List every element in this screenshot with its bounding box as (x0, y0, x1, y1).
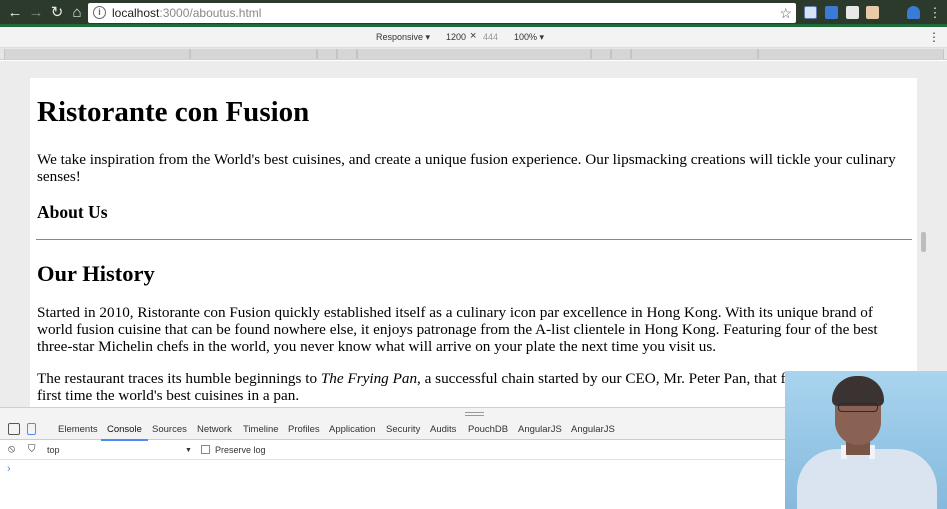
tab-profiles[interactable]: Profiles (288, 424, 320, 435)
presenter-webcam (785, 371, 947, 509)
device-toggle-icon[interactable] (27, 423, 36, 435)
extension-icon[interactable] (866, 6, 879, 19)
page-title: Ristorante con Fusion (37, 96, 310, 128)
device-options-icon[interactable]: ⋮ (928, 30, 940, 44)
preserve-log-label: Preserve log (215, 445, 266, 455)
site-info-icon[interactable]: i (93, 6, 106, 19)
url-host: localhost (112, 6, 160, 20)
tab-angularjs[interactable]: AngularJS (518, 424, 562, 435)
tab-sources[interactable]: Sources (152, 424, 187, 435)
inspect-element-icon[interactable] (8, 423, 20, 435)
media-query-bar[interactable] (0, 48, 947, 60)
menu-icon[interactable]: ⋮ (926, 4, 944, 22)
console-prompt[interactable]: › (7, 463, 11, 475)
extension-icon[interactable] (907, 6, 920, 19)
preserve-log-checkbox[interactable] (201, 445, 210, 454)
extension-icon[interactable] (825, 6, 838, 19)
home-icon[interactable]: ⌂ (68, 4, 86, 22)
browser-toolbar: ← → ↻ ⌂ i localhost:3000/aboutus.html ☆ … (0, 0, 947, 27)
extension-icon[interactable] (846, 6, 859, 19)
forward-icon[interactable]: → (27, 4, 45, 22)
history-heading: Our History (37, 261, 155, 286)
device-toolbar: Responsive ▾ 1200 × 444 100% ▾ ⋮ (0, 27, 947, 48)
filter-icon[interactable]: ⛉ (28, 444, 36, 455)
address-bar[interactable]: i localhost:3000/aboutus.html ☆ (88, 3, 796, 23)
history-paragraph-2: The restaurant traces its humble beginni… (37, 370, 875, 404)
divider (36, 239, 912, 240)
history-paragraph: Started in 2010, Ristorante con Fusion q… (37, 304, 878, 355)
tab-application[interactable]: Application (329, 424, 375, 435)
dimension-separator: × (470, 30, 477, 42)
tab-angularjs-2[interactable]: AngularJS (571, 424, 615, 435)
viewport-resize-handle[interactable] (921, 232, 926, 252)
clear-console-icon[interactable]: ⦸ (8, 443, 15, 456)
frying-pan-name: The Frying Pan (320, 370, 418, 387)
zoom-select[interactable]: 100% ▾ (514, 32, 544, 43)
lead-paragraph: We take inspiration from the World's bes… (37, 151, 896, 185)
extension-icon[interactable] (804, 6, 817, 19)
viewport-height[interactable]: 444 (483, 32, 498, 42)
tab-elements[interactable]: Elements (58, 424, 98, 435)
device-mode-select[interactable]: Responsive ▾ (376, 32, 430, 43)
reload-icon[interactable]: ↻ (48, 4, 66, 22)
tab-timeline[interactable]: Timeline (243, 424, 279, 435)
bookmark-star-icon[interactable]: ☆ (779, 3, 792, 23)
about-heading: About Us (37, 202, 108, 222)
context-dropdown-icon[interactable]: ▼ (185, 447, 192, 454)
tab-pouchdb[interactable]: PouchDB (468, 424, 508, 435)
url-path: :3000/aboutus.html (159, 6, 262, 20)
tab-audits[interactable]: Audits (430, 424, 456, 435)
rendered-page: Ristorante con Fusion We take inspiratio… (30, 78, 917, 408)
tab-network[interactable]: Network (197, 424, 232, 435)
viewport-width[interactable]: 1200 (446, 32, 466, 42)
back-icon[interactable]: ← (6, 4, 24, 22)
tab-console[interactable]: Console (101, 424, 148, 441)
context-select[interactable]: top (47, 445, 60, 455)
tab-security[interactable]: Security (386, 424, 420, 435)
